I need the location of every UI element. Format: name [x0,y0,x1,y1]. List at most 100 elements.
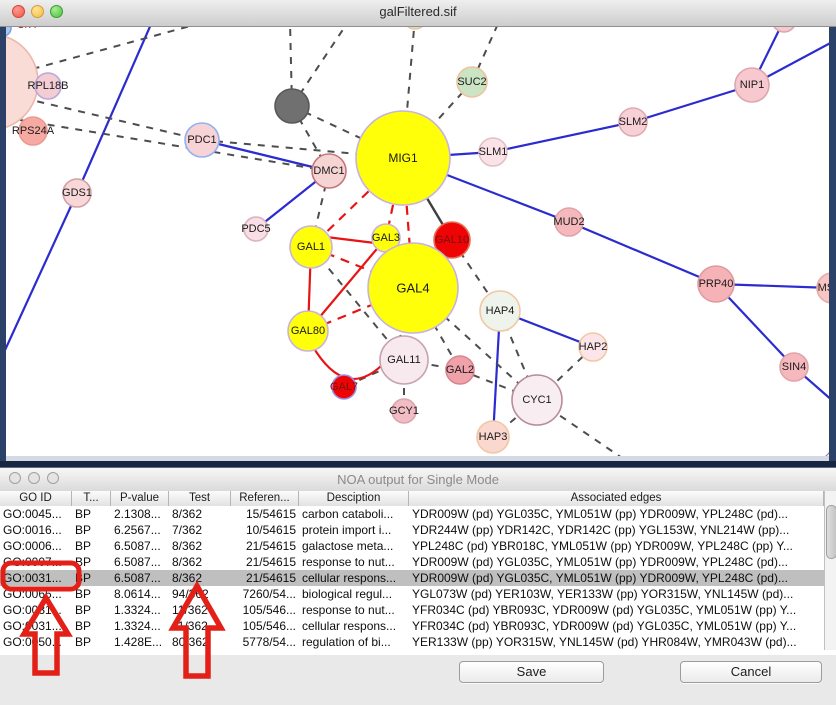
node-SIN4[interactable]: SIN4 [780,353,808,381]
table-row[interactable]: GO:0045...BP2.1308...8/36215/54615carbon… [0,506,824,522]
table-cell: GO:0065... [0,586,72,602]
table-cell: GO:0031... [0,570,72,586]
column-header-pvalue[interactable]: P-value [111,491,169,506]
table-cell: protein import i... [299,522,409,538]
noa-window-title: NOA output for Single Mode [0,472,836,487]
node-GAL1[interactable]: GAL1 [290,226,332,268]
node-MUD2[interactable]: MUD2 [553,208,584,236]
edge-blue [202,140,329,171]
node-NIP1[interactable]: NIP1 [735,68,769,102]
table-row[interactable]: GO:0016...BP6.2567...7/36210/54615protei… [0,522,824,538]
node-DMC1[interactable]: DMC1 [312,154,346,188]
edge-blue [0,193,77,361]
table-row[interactable]: GO:0007...BP6.5087...8/36221/54615respon… [0,554,824,570]
table-cell: BP [72,522,111,538]
table-cell: 6.2567... [111,522,169,538]
scrollbar-thumb[interactable] [826,505,836,559]
node-HAP2[interactable]: HAP2 [579,333,608,361]
table-cell: YFR034C (pd) YBR093C, YDR009W (pd) YGL03… [409,618,824,634]
table-cell: BP [72,554,111,570]
edge-blue [569,222,716,284]
node-GAL2[interactable]: GAL2 [446,356,474,384]
table-cell: YDR244W (pp) YDR142C, YDR142C (pp) YGL15… [409,522,824,538]
network-window: RPL18BRPS24AGDS1PDC1DMC1MIG1SUC2SLM1SLM2… [0,0,836,461]
table-cell: BP [72,618,111,634]
table-cell: carbon cataboli... [299,506,409,522]
table-cell: BP [72,570,111,586]
window-left-border [0,26,6,461]
network-window-title: galFiltered.sif [0,4,836,19]
table-cell: YDR009W (pd) YGL035C, YML051W (pp) YDR00… [409,554,824,570]
table-cell: 8/362 [169,538,231,554]
table-cell: 15/54615 [231,506,299,522]
table-row[interactable]: GO:0006...BP6.5087...8/36221/54615galact… [0,538,824,554]
table-cell: galactose meta... [299,538,409,554]
edge-gray [20,120,329,171]
table-cell: 8/362 [169,570,231,586]
table-cell: 6.5087... [111,554,169,570]
table-cell: 5778/54... [231,634,299,650]
table-header: GO IDT...P-valueTestReferen...Desciption… [0,491,824,507]
node-PDC1[interactable]: PDC1 [185,123,219,157]
node-CYC1[interactable]: CYC1 [512,375,562,425]
table-cell: BP [72,506,111,522]
node-GAL4[interactable]: GAL4 [368,243,458,333]
table-cell: YDR009W (pd) YGL035C, YML051W (pp) YDR00… [409,570,824,586]
table-row[interactable]: GO:0031...BP1.3324...11/362105/546...cel… [0,618,824,634]
table-cell: regulation of bi... [299,634,409,650]
node-SLM2[interactable]: SLM2 [619,108,648,136]
node-SLM1[interactable]: SLM1 [479,138,508,166]
node-dark-node[interactable] [275,89,309,123]
column-header-referen[interactable]: Referen... [231,491,299,506]
node-GAL11[interactable]: GAL11 [380,336,428,384]
table-cell: BP [72,602,111,618]
table-cell: 105/546... [231,618,299,634]
node-GCY1[interactable]: GCY1 [389,399,419,423]
table-cell: GO:0045... [0,506,72,522]
table-cell: GO:0050... [0,634,72,650]
node-MIG1[interactable]: MIG1 [356,111,450,205]
table-cell: GO:0031... [0,602,72,618]
table-row[interactable]: GO:0065...BP8.0614...94/3627260/54...bio… [0,586,824,602]
table-cell: 105/546... [231,602,299,618]
table-row[interactable]: GO:0050...BP1.428E...80/3625778/54...reg… [0,634,824,650]
save-button[interactable]: Save [459,661,604,683]
column-header-goid[interactable]: GO ID [0,491,72,506]
table-cell: 21/54615 [231,554,299,570]
table-cell: 21/54615 [231,570,299,586]
table-cell: BP [72,586,111,602]
column-header-associatededges[interactable]: Associated edges [409,491,824,506]
table-cell: 7260/54... [231,586,299,602]
table-cell: 2.1308... [111,506,169,522]
node-HAP3[interactable]: HAP3 [477,421,509,453]
node-GAL80[interactable]: GAL80 [288,311,328,351]
table-row[interactable]: GO:0031...BP6.5087...8/36221/54615cellul… [0,570,824,586]
column-header-test[interactable]: Test [169,491,231,506]
table-cell: YPL248C (pd) YBR018C, YML051W (pp) YDR00… [409,538,824,554]
edge-blue [77,26,152,193]
table-cell: cellular respons... [299,618,409,634]
node-HAP4[interactable]: HAP4 [480,291,520,331]
node-GDS1[interactable]: GDS1 [62,179,92,207]
table-cell: BP [72,538,111,554]
node-SUC2[interactable]: SUC2 [457,67,487,97]
vertical-scrollbar[interactable] [824,491,836,650]
noa-window: NOA output for Single Mode GO IDT...P-va… [0,467,836,704]
table-cell: GO:0031... [0,618,72,634]
network-svg: RPL18BRPS24AGDS1PDC1DMC1MIG1SUC2SLM1SLM2… [0,26,836,461]
table-cell: cellular respons... [299,570,409,586]
button-panel: Save Cancel [0,655,836,705]
window-bottom-edge [0,456,836,461]
table-cell: response to nut... [299,602,409,618]
node-PRP40[interactable]: PRP40 [698,266,734,302]
table-cell: BP [72,634,111,650]
table-cell: 21/54615 [231,538,299,554]
column-header-desciption[interactable]: Desciption [299,491,409,506]
table-cell: response to nut... [299,554,409,570]
cancel-button[interactable]: Cancel [680,661,822,683]
column-header-t[interactable]: T... [72,491,111,506]
table-cell: YER133W (pp) YOR315W, YNL145W (pd) YHR08… [409,634,824,650]
table-row[interactable]: GO:0031...BP1.3324...11/362105/546...res… [0,602,824,618]
table-cell: YDR009W (pd) YGL035C, YML051W (pp) YDR00… [409,506,824,522]
table-cell: YGL073W (pd) YER103W, YER133W (pp) YOR31… [409,586,824,602]
